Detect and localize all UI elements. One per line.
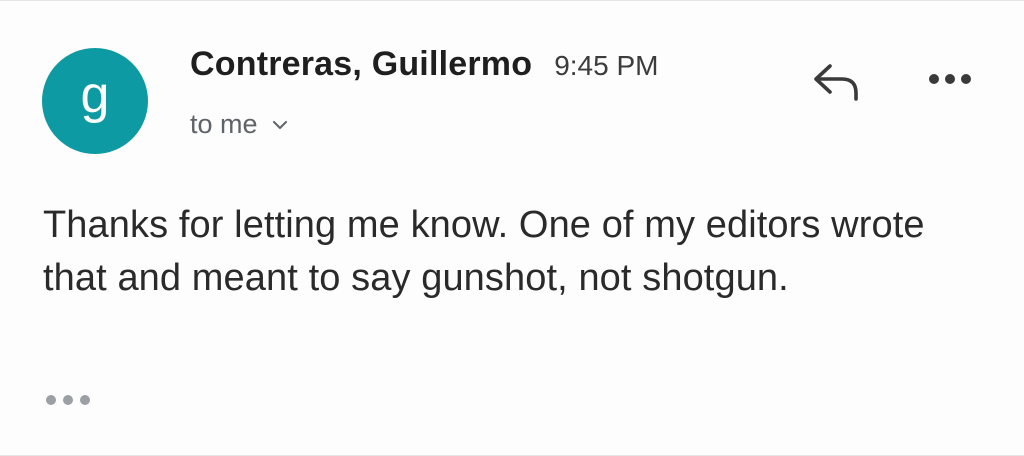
more-options-button[interactable] (920, 61, 980, 101)
sender-avatar[interactable]: g (42, 48, 148, 154)
reply-button[interactable] (806, 59, 868, 107)
recipient-toggle[interactable]: to me (190, 109, 288, 140)
show-trimmed-content-button[interactable] (40, 387, 96, 417)
sender-name[interactable]: Contreras, Guillermo (190, 45, 532, 84)
sender-header: Contreras, Guillermo 9:45 PM (190, 45, 658, 84)
recipient-label: to me (190, 109, 258, 139)
ellipsis-icon (45, 393, 91, 411)
more-horizontal-icon (928, 72, 972, 90)
message-body: Thanks for letting me know. One of my ed… (43, 204, 925, 299)
email-message: g Contreras, Guillermo 9:45 PM to me Tha… (0, 0, 1024, 456)
chevron-down-icon (272, 120, 288, 130)
avatar-letter: g (80, 66, 110, 124)
message-time: 9:45 PM (554, 50, 659, 81)
reply-icon (810, 61, 864, 106)
